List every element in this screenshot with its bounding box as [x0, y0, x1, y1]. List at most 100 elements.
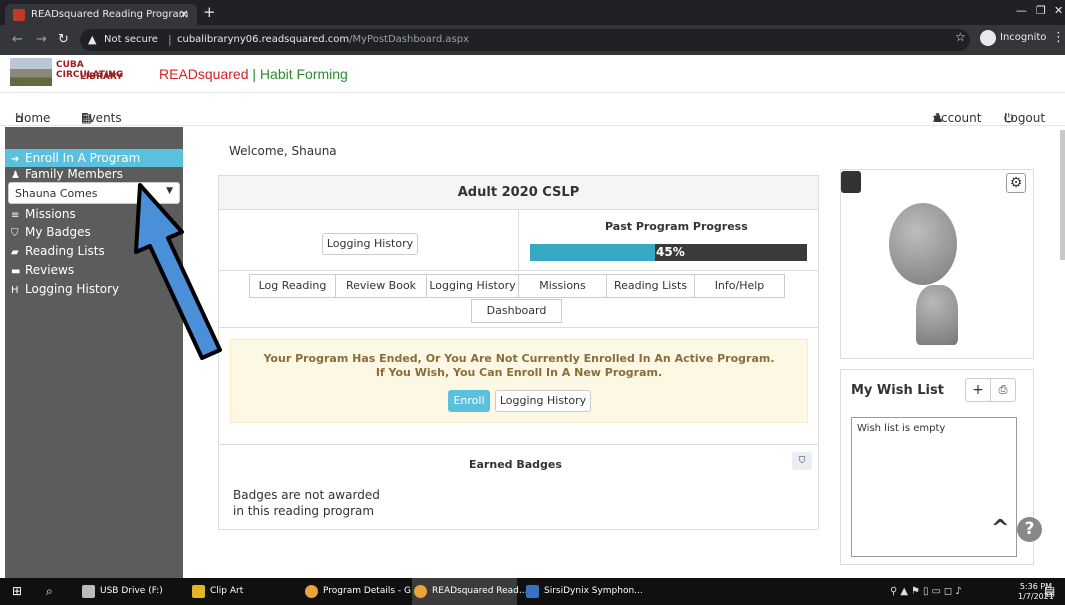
arrow-shape — [134, 183, 222, 360]
browser-tab[interactable]: READsquared Reading Program × — [5, 4, 197, 25]
past-progress-label: Past Program Progress — [605, 220, 748, 233]
bookmark-star-icon[interactable]: ☆ — [955, 30, 966, 44]
badge-shield-button[interactable]: ⛉ — [792, 452, 812, 470]
avatar-head — [889, 203, 957, 285]
wish-list-title: My Wish List — [851, 383, 944, 398]
incognito-icon[interactable] — [980, 30, 996, 46]
earned-badges-title: Earned Badges — [469, 458, 562, 471]
tab-dashboard[interactable]: Dashboard — [471, 299, 562, 323]
tab-reading-lists[interactable]: Reading Lists — [606, 274, 695, 298]
sidebar-item-label: Reviews — [25, 263, 75, 277]
program-title: Adult 2020 CSLP — [219, 176, 818, 210]
program-panel: Adult 2020 CSLP Logging History Past Pro… — [218, 175, 819, 530]
divider — [219, 327, 818, 328]
system-tray-icons[interactable]: ⚲▲⚑▯▭◻♪ — [890, 586, 965, 597]
taskbar-label: Program Details - G... — [323, 586, 420, 596]
print-wish-button[interactable]: ⎙ — [990, 378, 1016, 402]
brand-tagline: | Habit Forming — [248, 66, 348, 82]
page-scrollbar[interactable] — [1060, 130, 1065, 260]
taskbar-label: READsquared Read... — [432, 586, 528, 596]
tab-missions[interactable]: Missions — [518, 274, 607, 298]
sidebar-item-label: Logging History — [25, 282, 120, 296]
divider — [219, 270, 818, 271]
search-icon[interactable]: ⌕ — [42, 578, 53, 605]
reload-icon[interactable]: ↻ — [58, 32, 69, 47]
taskbar-item-chrome1[interactable]: Program Details - G... — [303, 578, 420, 605]
address-bar: ← → ↻ ▲ Not secure | cubalibraryny06.rea… — [0, 25, 1065, 55]
taskbar-item-usb[interactable]: USB Drive (F:) — [80, 578, 185, 605]
progress-bar: 45% — [530, 244, 807, 261]
earned-badges-section: Earned Badges ⛉ Badges are not awarded i… — [219, 444, 818, 530]
scroll-top-icon[interactable]: ^ — [991, 516, 1009, 541]
taskbar-label: Clip Art — [210, 586, 244, 596]
review-icon: ▬ — [11, 266, 21, 277]
url-path: /MyPostDashboard.aspx — [349, 34, 469, 45]
logging-history-button[interactable]: Logging History — [322, 233, 418, 255]
annotation-arrow — [134, 183, 222, 360]
tab-close-icon[interactable]: × — [179, 4, 189, 25]
logout-label: Logout — [1004, 111, 1046, 125]
back-icon[interactable]: ← — [12, 32, 23, 47]
home-label: Home — [15, 111, 51, 125]
top-nav: ⌂ Home ▦ Events ♟ Account ▾ ⏻ Logout — [0, 92, 1065, 126]
library-logo[interactable]: CUBA CIRCULATING LIBRARY — [10, 58, 150, 86]
alert-logging-history-button[interactable]: Logging History — [495, 390, 591, 412]
taskbar-item-chrome2[interactable]: READsquared Read... — [412, 578, 527, 605]
folder-icon — [192, 585, 205, 598]
program-ended-alert: Your Program Has Ended, Or You Are Not C… — [230, 339, 808, 423]
book-icon: ▰ — [11, 247, 19, 258]
tab-review-book[interactable]: Review Book — [335, 274, 427, 298]
taskbar-item-sirsi[interactable]: SirsiDynix Symphon... — [524, 578, 643, 605]
events-label: Events — [81, 111, 122, 125]
tab-log-reading[interactable]: Log Reading — [249, 274, 336, 298]
site-brand[interactable]: READsquared | Habit Forming — [159, 66, 348, 82]
url-text: cubalibraryny06.readsquared.com/MyPostDa… — [177, 34, 469, 45]
sidebar-item-label: Reading Lists — [25, 244, 105, 258]
new-tab-button[interactable]: + — [203, 3, 216, 21]
close-window-icon[interactable]: ✕ — [1054, 4, 1063, 17]
browser-tab-strip: READsquared Reading Program × + — ❐ ✕ — [0, 0, 1065, 25]
help-icon[interactable]: ? — [1017, 517, 1042, 542]
taskbar-label: USB Drive (F:) — [100, 586, 163, 596]
plus-icon: + — [972, 382, 984, 398]
edit-avatar-icon[interactable] — [841, 171, 861, 193]
family-select-value: Shauna Comes — [15, 187, 98, 200]
progress-percent: 45% — [656, 245, 685, 259]
sidebar-item-label: Family Members — [25, 167, 124, 181]
avatar-panel: ⚙ — [840, 169, 1034, 359]
sidebar-item-label: Enroll In A Program — [25, 151, 141, 165]
restore-icon[interactable]: ❐ — [1036, 4, 1046, 17]
divider — [518, 210, 519, 270]
h-icon: H — [11, 285, 19, 296]
sidebar-item-label: Missions — [25, 207, 76, 221]
taskbar-item-clipart[interactable]: Clip Art — [190, 578, 295, 605]
print-icon: ⎙ — [998, 383, 1008, 396]
progress-fill — [530, 244, 655, 261]
chrome-icon — [305, 585, 318, 598]
brand-read: READsquared — [159, 66, 249, 82]
sidebar-item-label: My Badges — [25, 225, 91, 239]
forward-icon[interactable]: → — [36, 32, 47, 47]
minimize-icon[interactable]: — — [1016, 4, 1027, 17]
caret-down-icon: ▾ — [933, 111, 940, 125]
add-wish-button[interactable]: + — [965, 378, 991, 402]
gear-icon[interactable]: ⚙ — [1006, 173, 1026, 193]
tab-info-help[interactable]: Info/Help — [694, 274, 785, 298]
url-host: cubalibraryny06.readsquared.com — [177, 34, 350, 45]
welcome-text: Welcome, Shauna — [229, 144, 337, 158]
library-photo — [10, 58, 52, 86]
warning-icon: ▲ — [88, 33, 97, 46]
avatar-body — [916, 285, 958, 345]
taskbar: ⊞ ⌕ USB Drive (F:) Clip Art Program Deta… — [0, 578, 1065, 605]
sirsi-icon — [526, 585, 539, 598]
taskbar-label: SirsiDynix Symphon... — [544, 586, 643, 596]
enroll-button[interactable]: Enroll — [448, 390, 490, 412]
windows-start-icon[interactable]: ⊞ — [8, 578, 22, 605]
browser-menu-icon[interactable]: ⋮ — [1052, 30, 1065, 45]
shield-icon: ⛉ — [798, 456, 806, 466]
notifications-icon[interactable]: ▤ — [1044, 578, 1055, 605]
url-input[interactable]: ▲ Not secure | cubalibraryny06.readsquar… — [80, 29, 970, 51]
shield-icon: ⛉ — [11, 228, 19, 239]
tab-logging-history[interactable]: Logging History — [426, 274, 519, 298]
logo-line2: LIBRARY — [80, 72, 123, 82]
